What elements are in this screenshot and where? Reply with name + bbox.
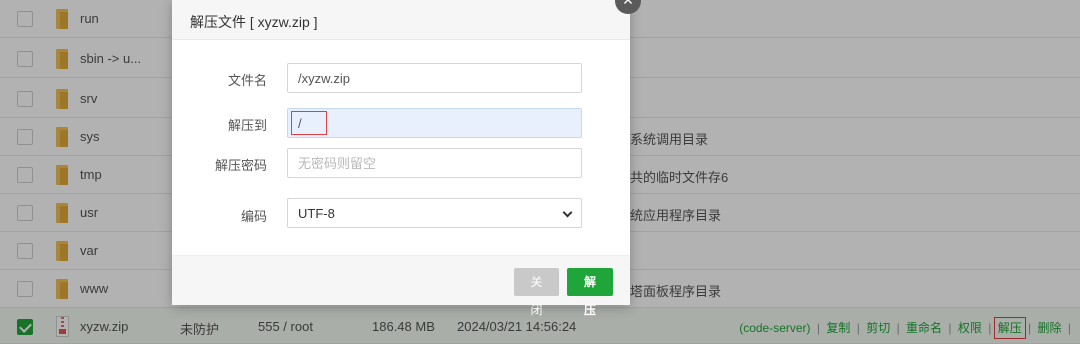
close-button[interactable]: 关闭 [514, 268, 559, 317]
password-input[interactable] [287, 148, 582, 178]
unzip-button[interactable]: 解压 [567, 268, 613, 317]
filename-label: 文件名 [227, 73, 267, 88]
encoding-label: 编码 [240, 209, 267, 224]
password-label: 解压密码 [214, 158, 267, 173]
dialog-footer: 关闭 解压 [172, 255, 630, 317]
chevron-down-icon [562, 207, 573, 218]
unzip-to-label: 解压到 [227, 118, 267, 133]
encoding-value: UTF-8 [298, 206, 335, 221]
unzip-to-input[interactable] [287, 108, 582, 138]
unzip-dialog: 解压文件 [ xyzw.zip ] × 文件名 解压到 解压密码 编码 UTF-… [172, 0, 641, 317]
dialog-title: 解压文件 [ xyzw.zip ] [172, 0, 630, 40]
filename-input[interactable] [287, 63, 582, 93]
encoding-select[interactable]: UTF-8 [287, 198, 582, 228]
